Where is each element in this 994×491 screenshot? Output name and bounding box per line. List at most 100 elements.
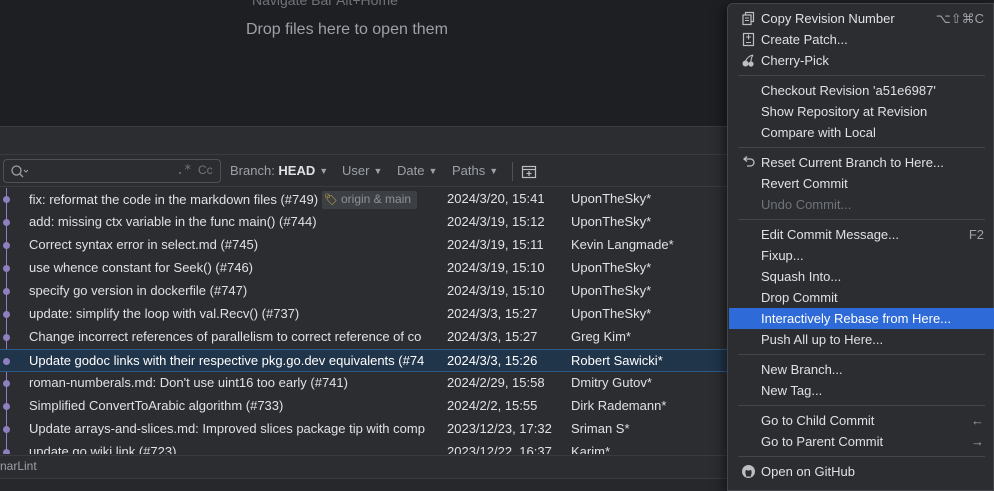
menu-item-checkout-revision-a51e6987[interactable]: Checkout Revision 'a51e6987' — [729, 80, 994, 101]
commit-message: update: simplify the loop with val.Recv(… — [29, 306, 443, 321]
commit-message-text: Correct syntax error in select.md (#745) — [29, 237, 259, 252]
menu-item-go-to-child-commit[interactable]: Go to Child Commit ← — [729, 410, 994, 431]
menu-item-label: Copy Revision Number — [761, 11, 895, 26]
chevron-down-icon: ▼ — [489, 166, 499, 176]
status-widget-label[interactable]: narLint — [0, 459, 37, 473]
commit-date: 2023/12/23, 17:32 — [447, 421, 552, 436]
commit-node — [3, 449, 10, 454]
commit-author: UponTheSky* — [571, 283, 652, 298]
menu-separator — [738, 405, 985, 406]
menu-item-label: Revert Commit — [761, 176, 848, 191]
patch-icon — [741, 32, 756, 47]
menu-item-label: Create Patch... — [761, 32, 848, 47]
commit-author: Kevin Langmade* — [571, 237, 674, 252]
user-filter-label: User — [342, 163, 370, 178]
commit-author: UponTheSky* — [571, 260, 652, 275]
commit-node — [3, 358, 10, 365]
commit-message: update go wiki link (#723) — [29, 444, 443, 454]
menu-item-cherry-pick[interactable]: Cherry-Pick — [729, 50, 994, 71]
menu-item-open-on-github[interactable]: Open on GitHub — [729, 461, 994, 482]
branch-filter[interactable]: Branch: HEAD ▼ — [230, 163, 328, 178]
commit-author: UponTheSky* — [571, 214, 652, 229]
menu-item-label: Open on GitHub — [761, 464, 855, 479]
menu-item-label: Go to Child Commit — [761, 413, 875, 428]
commit-context-menu: Copy Revision Number ⌥⇧⌘C Create Patch... C… — [727, 3, 994, 491]
commit-message: Update arrays-and-slices.md: Improved sl… — [29, 421, 443, 436]
menu-item-show-repository-at-revision[interactable]: Show Repository at Revision — [729, 101, 994, 122]
menu-item-new-tag[interactable]: New Tag... — [729, 380, 994, 401]
menu-item-new-branch[interactable]: New Branch... — [729, 359, 994, 380]
menu-item-label: Checkout Revision 'a51e6987' — [761, 83, 936, 98]
commit-message-text: use whence constant for Seek() (#746) — [29, 260, 254, 275]
github-icon — [741, 464, 756, 479]
branch-filter-label: Branch: — [230, 163, 279, 178]
log-search-box[interactable]: .* Cc — [3, 159, 221, 183]
menu-item-fixup[interactable]: Fixup... — [729, 245, 994, 266]
commit-author: Karim* — [571, 444, 611, 454]
date-filter[interactable]: Date ▼ — [397, 163, 437, 178]
commit-date: 2024/2/29, 15:58 — [447, 375, 545, 390]
commit-message: add: missing ctx variable in the func ma… — [29, 214, 443, 229]
new-tab-icon[interactable] — [521, 163, 537, 179]
chevron-down-icon: ▼ — [373, 166, 383, 176]
editor-navigate-hint: Navigate Bar Alt+Home — [252, 0, 398, 8]
commit-node — [3, 426, 10, 433]
cherry-icon — [741, 53, 756, 68]
menu-item-revert-commit[interactable]: Revert Commit — [729, 173, 994, 194]
commit-date: 2024/3/3, 15:27 — [447, 329, 538, 344]
commit-message: Simplified ConvertToArabic algorithm (#7… — [29, 398, 443, 413]
commit-node — [3, 242, 10, 249]
menu-item-interactively-rebase-from-here[interactable]: Interactively Rebase from Here... — [729, 308, 994, 329]
menu-item-copy-revision-number[interactable]: Copy Revision Number ⌥⇧⌘C — [729, 8, 994, 29]
commit-message: fix: reformat the code in the markdown f… — [29, 191, 443, 209]
menu-item-label: Fixup... — [761, 248, 804, 263]
menu-item-label: New Branch... — [761, 362, 843, 377]
commit-date: 2024/3/19, 15:10 — [447, 283, 545, 298]
menu-item-create-patch[interactable]: Create Patch... — [729, 29, 994, 50]
commit-date: 2024/3/3, 15:26 — [447, 353, 538, 368]
menu-item-label: Undo Commit... — [761, 197, 852, 212]
commit-message-text: Update godoc links with their respective… — [29, 353, 425, 368]
menu-separator — [738, 147, 985, 148]
menu-item-reset-current-branch-to-here[interactable]: Reset Current Branch to Here... — [729, 152, 994, 173]
menu-item-label: New Tag... — [761, 383, 823, 398]
menu-item-go-to-parent-commit[interactable]: Go to Parent Commit → — [729, 431, 994, 452]
commit-date: 2024/3/19, 15:10 — [447, 260, 545, 275]
chevron-down-icon: ▼ — [319, 166, 329, 176]
regex-icon[interactable]: .* — [176, 163, 192, 178]
commit-message: use whence constant for Seek() (#746) — [29, 260, 443, 275]
date-filter-label: Date — [397, 163, 425, 178]
commit-message-text: Update arrays-and-slices.md: Improved sl… — [29, 421, 425, 436]
commit-date: 2024/3/19, 15:11 — [447, 237, 544, 252]
commit-node — [3, 196, 10, 203]
commit-author: Robert Sawicki* — [571, 353, 663, 368]
commit-author: Dirk Rademann* — [571, 398, 667, 413]
commit-date: 2024/3/20, 15:41 — [447, 191, 545, 206]
search-input[interactable] — [32, 162, 172, 180]
commit-node — [3, 265, 10, 272]
paths-filter[interactable]: Paths ▼ — [452, 163, 498, 178]
commit-message: Correct syntax error in select.md (#745) — [29, 237, 443, 252]
commit-date: 2024/2/2, 15:55 — [447, 398, 538, 413]
user-filter[interactable]: User ▼ — [342, 163, 382, 178]
commit-node — [3, 403, 10, 410]
search-icon[interactable] — [10, 164, 28, 180]
commit-message-text: fix: reformat the code in the markdown f… — [29, 192, 319, 207]
menu-item-squash-into[interactable]: Squash Into... — [729, 266, 994, 287]
menu-item-push-all-up-to-here[interactable]: Push All up to Here... — [729, 329, 994, 350]
commit-message: specify go version in dockerfile (#747) — [29, 283, 443, 298]
branch-tag-label: origin & main — [341, 192, 412, 206]
menu-item-shortcut: F2 — [968, 227, 984, 242]
commit-author: Dmitry Gutov* — [571, 375, 652, 390]
menu-item-drop-commit[interactable]: Drop Commit — [729, 287, 994, 308]
menu-item-label: Reset Current Branch to Here... — [761, 155, 944, 170]
commit-date: 2024/3/3, 15:27 — [447, 306, 538, 321]
menu-item-edit-commit-message[interactable]: Edit Commit Message... F2 — [729, 224, 994, 245]
menu-item-compare-with-local[interactable]: Compare with Local — [729, 122, 994, 143]
commit-author: Greg Kim* — [571, 329, 631, 344]
commit-message: Update godoc links with their respective… — [29, 353, 443, 368]
commit-author: Sriman S* — [571, 421, 630, 436]
menu-item-label: Edit Commit Message... — [761, 227, 899, 242]
copy-icon — [741, 11, 756, 26]
match-case-icon[interactable]: Cc — [198, 163, 213, 177]
